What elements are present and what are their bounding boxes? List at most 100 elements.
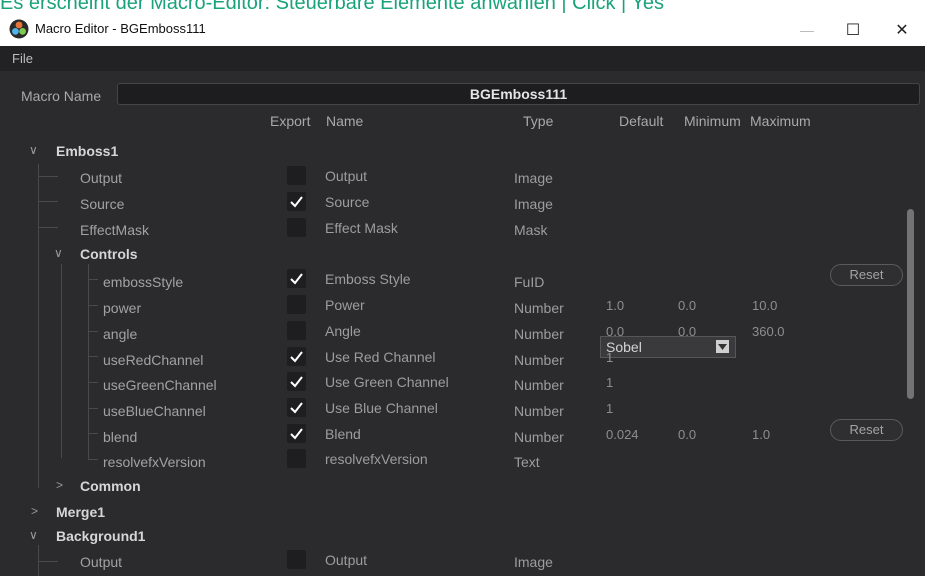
cell-minimum[interactable]: 0.0 bbox=[678, 324, 696, 339]
window-title: Macro Editor - BGEmboss111 bbox=[35, 21, 206, 36]
page-caption: Es erscheint der Macro-Editor: Steuerbar… bbox=[0, 0, 665, 14]
cell-type: Number bbox=[514, 300, 564, 316]
export-checkbox[interactable] bbox=[287, 269, 306, 288]
cell-type: Number bbox=[514, 403, 564, 419]
tree-row-id: Source bbox=[80, 196, 125, 212]
cell-default[interactable]: 1.0 bbox=[606, 298, 624, 313]
cell-name: Output bbox=[325, 552, 368, 568]
tree-node-common[interactable]: > Common bbox=[0, 473, 925, 499]
maximize-icon: ☐ bbox=[845, 22, 861, 39]
cell-type: FuID bbox=[514, 274, 545, 290]
minimize-icon: — bbox=[800, 22, 814, 38]
minimize-button[interactable]: — bbox=[784, 16, 830, 44]
cell-minimum[interactable]: 0.0 bbox=[678, 427, 696, 442]
cell-name: Use Red Channel bbox=[325, 349, 436, 365]
cell-name: Output bbox=[325, 168, 368, 184]
chevron-down-icon[interactable]: ∨ bbox=[29, 528, 38, 542]
tree-row-usegreenchannel: useGreenChannel Use Green Channel Number… bbox=[0, 371, 925, 397]
tree-row-power: power Power Number 1.0 0.0 10.0 bbox=[0, 294, 925, 320]
tree-row-output: Output Output Image bbox=[0, 165, 925, 191]
export-checkbox[interactable] bbox=[287, 166, 306, 185]
export-checkbox[interactable] bbox=[287, 347, 306, 366]
tree-node-controls[interactable]: ∨ Controls bbox=[0, 242, 925, 268]
chevron-down-icon[interactable]: ∨ bbox=[54, 246, 63, 260]
macro-name-input[interactable] bbox=[117, 83, 920, 105]
tree-row-id: embossStyle bbox=[103, 274, 184, 290]
column-header-name: Name bbox=[326, 113, 364, 129]
cell-name: Source bbox=[325, 194, 370, 210]
cell-name: Effect Mask bbox=[325, 220, 398, 236]
cell-default[interactable]: 1 bbox=[606, 401, 613, 416]
tree-row-angle: angle Angle Number 0.0 0.0 360.0 bbox=[0, 320, 925, 346]
column-header-maximum: Maximum bbox=[750, 113, 811, 129]
cell-type: Number bbox=[514, 352, 564, 368]
check-icon bbox=[290, 196, 303, 208]
tree-row-blend: blend Blend Number 0.024 0.0 1.0 bbox=[0, 423, 925, 449]
cell-type: Number bbox=[514, 326, 564, 342]
tree-row-useredchannel: useRedChannel Use Red Channel Number 1 bbox=[0, 346, 925, 372]
davinci-resolve-icon bbox=[9, 19, 29, 39]
cell-default[interactable]: 1 bbox=[606, 350, 613, 365]
tree-node-label: Emboss1 bbox=[56, 143, 119, 159]
chevron-down-icon[interactable]: ∨ bbox=[29, 143, 38, 157]
column-header-minimum: Minimum bbox=[684, 113, 741, 129]
export-checkbox[interactable] bbox=[287, 192, 306, 211]
tree-row-id: Output bbox=[80, 554, 123, 570]
tree-row-id: resolvefxVersion bbox=[103, 454, 206, 470]
check-icon bbox=[290, 428, 303, 440]
cell-default[interactable]: 0.0 bbox=[606, 324, 624, 339]
tree-row-id: useGreenChannel bbox=[103, 377, 217, 393]
export-checkbox[interactable] bbox=[287, 449, 306, 468]
cell-maximum[interactable]: 360.0 bbox=[752, 324, 785, 339]
export-checkbox[interactable] bbox=[287, 372, 306, 391]
check-icon bbox=[290, 402, 303, 414]
tree-node-label: Controls bbox=[80, 246, 138, 262]
close-icon: ✕ bbox=[895, 22, 909, 39]
cell-maximum[interactable]: 1.0 bbox=[752, 427, 770, 442]
export-checkbox[interactable] bbox=[287, 321, 306, 340]
reset-button[interactable]: Reset bbox=[830, 419, 903, 441]
macro-name-label: Macro Name bbox=[21, 88, 102, 104]
cell-maximum[interactable]: 10.0 bbox=[752, 298, 777, 313]
export-checkbox[interactable] bbox=[287, 218, 306, 237]
cell-default[interactable]: 1 bbox=[606, 375, 613, 390]
tree-row-id: blend bbox=[103, 429, 138, 445]
cell-name: Power bbox=[325, 297, 365, 313]
reset-button[interactable]: Reset bbox=[830, 264, 903, 286]
cell-type: Image bbox=[514, 554, 553, 570]
tree-row-id: angle bbox=[103, 326, 138, 342]
cell-type: Number bbox=[514, 429, 564, 445]
menu-file[interactable]: File bbox=[12, 51, 33, 66]
tree-row-background-output: Output Output Image bbox=[0, 549, 925, 575]
tree-row-effectmask: EffectMask Effect Mask Mask bbox=[0, 217, 925, 243]
export-checkbox[interactable] bbox=[287, 295, 306, 314]
tree-node-label: Common bbox=[80, 478, 141, 494]
vertical-scrollbar[interactable] bbox=[907, 209, 914, 399]
export-checkbox[interactable] bbox=[287, 398, 306, 417]
maximize-button[interactable]: ☐ bbox=[830, 16, 876, 44]
cell-type: Image bbox=[514, 196, 553, 212]
tree-node-emboss1[interactable]: ∨ Emboss1 bbox=[0, 139, 925, 165]
column-header-type: Type bbox=[523, 113, 554, 129]
tree-row-usebluechannel: useBlueChannel Use Blue Channel Number 1 bbox=[0, 397, 925, 423]
export-checkbox[interactable] bbox=[287, 550, 306, 569]
tree-node-merge1[interactable]: > Merge1 bbox=[0, 499, 925, 525]
cell-type: Mask bbox=[514, 222, 548, 238]
cell-name: Angle bbox=[325, 323, 361, 339]
check-icon bbox=[290, 376, 303, 388]
chevron-right-icon[interactable]: > bbox=[56, 478, 63, 492]
tree-node-label: Background1 bbox=[56, 528, 146, 544]
cell-default[interactable]: 0.024 bbox=[606, 427, 639, 442]
export-checkbox[interactable] bbox=[287, 424, 306, 443]
tree-row-embossstyle: embossStyle Emboss Style FuID bbox=[0, 268, 925, 294]
tree-row-id: Output bbox=[80, 170, 123, 186]
cell-type: Image bbox=[514, 170, 553, 186]
chevron-right-icon[interactable]: > bbox=[31, 504, 38, 518]
tree-row-id: EffectMask bbox=[80, 222, 149, 238]
tree-row-id: useRedChannel bbox=[103, 352, 204, 368]
close-button[interactable]: ✕ bbox=[879, 16, 925, 44]
cell-name: Blend bbox=[325, 426, 361, 442]
cell-minimum[interactable]: 0.0 bbox=[678, 298, 696, 313]
check-icon bbox=[290, 351, 303, 363]
tree-node-background1[interactable]: ∨ Background1 bbox=[0, 524, 925, 550]
